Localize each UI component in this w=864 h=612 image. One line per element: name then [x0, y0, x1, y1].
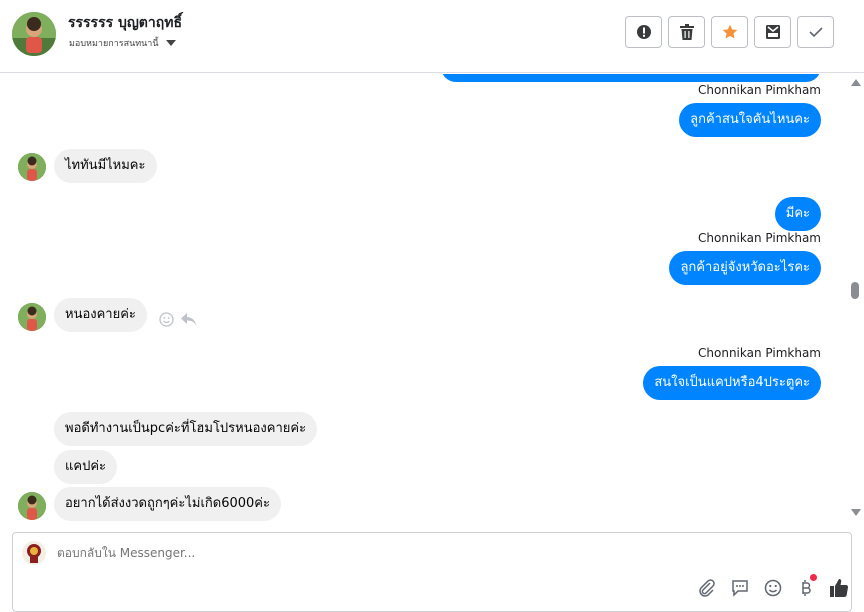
star-button[interactable] — [711, 16, 748, 48]
reply-icon — [181, 313, 196, 326]
message-bubble-partial — [441, 74, 821, 82]
assign-label: มอบหมายการสนทนานี้ — [69, 39, 159, 49]
done-icon — [808, 27, 823, 38]
message-bubble-in[interactable]: ไททันมีไหมคะ — [54, 149, 157, 183]
baht-icon — [802, 580, 811, 596]
conversation-header: รรรรรร บุญตาฤทธิ์ มอบหมายการสนทนานี้ — [0, 0, 864, 73]
notification-dot — [810, 574, 817, 581]
message-sender: Chonnikan Pimkham — [698, 346, 821, 360]
reply-button[interactable] — [180, 312, 197, 331]
smiley-icon — [159, 312, 174, 327]
scroll-down-icon[interactable] — [851, 509, 861, 516]
chevron-down-icon — [165, 40, 176, 46]
mark-spam-button[interactable] — [625, 16, 662, 48]
message-bubble-out[interactable]: ลูกค้าอยู่จังหวัดอะไรคะ — [669, 251, 821, 285]
attach-icon — [699, 579, 715, 597]
attach-button[interactable] — [696, 577, 718, 599]
message-bubble-out[interactable]: สนใจเป็นแคปหรือ4ประตูคะ — [643, 366, 821, 400]
message-sender: Chonnikan Pimkham — [698, 231, 821, 245]
payment-button[interactable] — [795, 574, 817, 599]
spam-icon — [636, 25, 651, 39]
reply-composer — [12, 532, 852, 612]
scroll-thumb[interactable] — [851, 282, 859, 299]
contact-avatar-small — [18, 153, 46, 181]
contact-avatar-small — [18, 303, 46, 331]
message-bubble-in[interactable]: อยากได้ส่งงวดถูกๆค่ะไม่เกิด6000ค่ะ — [54, 487, 281, 521]
star-icon — [722, 24, 737, 39]
contact-avatar-small — [18, 492, 46, 520]
message-sender: Chonnikan Pimkham — [698, 83, 821, 97]
message-bubble-in[interactable]: แคปค่ะ — [54, 450, 118, 484]
mark-done-button[interactable] — [797, 16, 834, 48]
emoji-icon — [764, 579, 782, 597]
trash-icon — [679, 24, 694, 40]
message-thread: Chonnikan Pimkham ลูกค้าสนใจคันไหนคะ ไทท… — [0, 74, 847, 524]
scroll-up-icon[interactable] — [851, 79, 861, 86]
contact-name[interactable]: รรรรรร บุญตาฤทธิ์ — [68, 12, 182, 34]
like-icon — [830, 579, 849, 598]
saved-reply-button[interactable] — [729, 577, 751, 599]
message-bubble-out[interactable]: ลูกค้าสนใจคันไหนคะ — [679, 103, 821, 137]
archive-icon — [765, 25, 780, 39]
like-button[interactable] — [828, 577, 850, 599]
delete-button[interactable] — [668, 16, 705, 48]
message-bubble-in[interactable]: พอดีทำงานเป็นpcค่ะที่โฮมโปรหนองคายค่ะ — [54, 412, 318, 446]
message-bubble-out[interactable]: มีคะ — [774, 197, 821, 231]
assign-conversation-dropdown[interactable]: มอบหมายการสนทนานี้ — [69, 36, 176, 50]
emoji-button[interactable] — [762, 577, 784, 599]
chat-scrollbar[interactable] — [848, 74, 864, 524]
page-avatar — [22, 541, 46, 565]
message-bubble-in[interactable]: หนองคายค่ะ — [54, 298, 147, 332]
saved-reply-icon — [732, 580, 748, 597]
reply-input[interactable] — [57, 546, 757, 560]
contact-avatar[interactable] — [12, 12, 56, 56]
react-button[interactable] — [159, 312, 174, 331]
move-to-inbox-button[interactable] — [754, 16, 791, 48]
